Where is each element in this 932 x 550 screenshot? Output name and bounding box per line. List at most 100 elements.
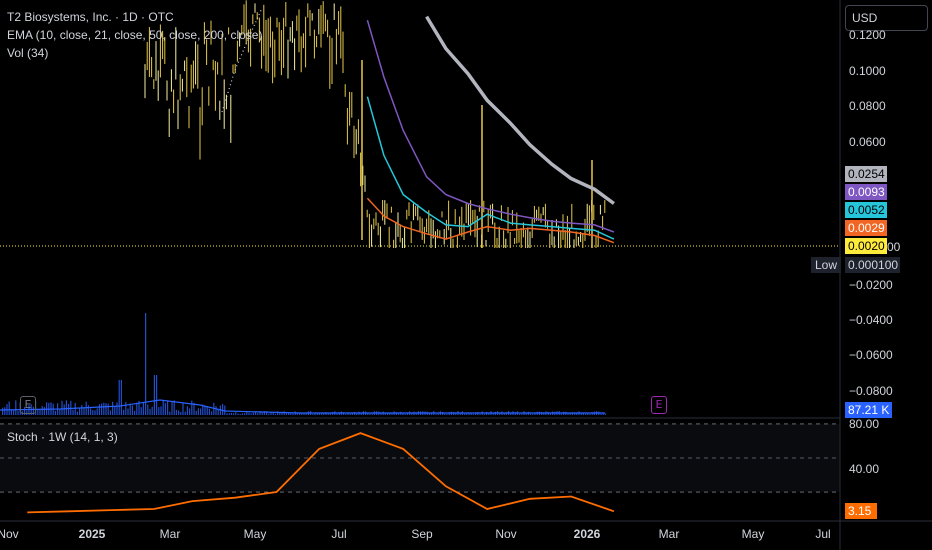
time-axis-label: Mar bbox=[658, 527, 680, 541]
stoch-value-tag: 3.15 bbox=[845, 503, 877, 519]
stoch-band-fill bbox=[0, 424, 840, 492]
volume-bar bbox=[252, 412, 254, 415]
volume-bar bbox=[235, 412, 237, 415]
volume-bar bbox=[101, 403, 103, 415]
volume-bar bbox=[68, 403, 70, 415]
volume-bar bbox=[479, 413, 481, 415]
ema50-price-tag: 0.0093 bbox=[845, 184, 887, 200]
volume-bar bbox=[76, 411, 78, 415]
volume-bar bbox=[103, 402, 105, 415]
time-axis-label: Jul bbox=[331, 527, 347, 541]
volume-bar bbox=[472, 413, 474, 415]
volume-bar bbox=[127, 408, 129, 415]
stoch-tick: 40.00 bbox=[849, 462, 880, 476]
volume-bar bbox=[248, 412, 250, 415]
volume-bar bbox=[17, 411, 19, 415]
volume-bar bbox=[569, 413, 571, 415]
low-price-tag: 0.000100 bbox=[845, 257, 900, 273]
volume-bar bbox=[208, 408, 210, 415]
volume-bar bbox=[230, 412, 232, 415]
volume-bar bbox=[435, 413, 437, 415]
price-tick: −0.0200 bbox=[849, 278, 893, 292]
volume-bar bbox=[171, 402, 173, 415]
volume-bar bbox=[345, 413, 347, 415]
volume-bar bbox=[329, 413, 331, 415]
volume-bar bbox=[404, 413, 406, 415]
volume-bar bbox=[228, 413, 230, 415]
symbol-title[interactable]: T2 Biosystems, Inc. · 1D · OTC bbox=[7, 10, 174, 24]
volume-bar bbox=[92, 410, 94, 415]
volume-bar bbox=[371, 413, 373, 415]
time-axis-label: May bbox=[741, 527, 765, 541]
volume-bar bbox=[483, 413, 485, 415]
price-tick: 0.0600 bbox=[849, 135, 886, 149]
price-tick: 0.0800 bbox=[849, 99, 886, 113]
ema200-price-tag: 0.0254 bbox=[845, 166, 887, 182]
time-axis-label: Sep bbox=[411, 527, 433, 541]
volume-bar bbox=[81, 405, 83, 415]
volume-bar bbox=[488, 413, 490, 415]
volume-bar bbox=[54, 410, 56, 415]
volume-bar bbox=[285, 412, 287, 415]
stoch-indicator-label[interactable]: Stoch · 1W (14, 1, 3) bbox=[7, 430, 118, 444]
price-tick: −0.0600 bbox=[849, 348, 893, 362]
volume-bar bbox=[349, 413, 351, 415]
volume-bar bbox=[241, 413, 243, 415]
volume-bar bbox=[118, 380, 120, 415]
volume-bar bbox=[180, 411, 182, 415]
volume-bar bbox=[140, 407, 142, 415]
volume-bar bbox=[398, 413, 400, 415]
earnings-marker[interactable]: E bbox=[20, 396, 36, 414]
volume-bar bbox=[184, 411, 186, 415]
volume-bar bbox=[160, 406, 162, 415]
volume-bar bbox=[149, 408, 151, 415]
ema-indicator-label[interactable]: EMA (10, close, 21, close, 50, close, 20… bbox=[7, 28, 262, 42]
volume-indicator-label[interactable]: Vol (34) bbox=[7, 46, 48, 60]
currency-label: USD bbox=[852, 11, 878, 25]
volume-bar bbox=[268, 413, 270, 415]
time-axis-label: 2025 bbox=[78, 527, 106, 541]
volume-bar bbox=[369, 413, 371, 415]
volume-bar bbox=[215, 406, 217, 415]
volume-bar bbox=[65, 400, 67, 415]
ema200-line[interactable] bbox=[425, 15, 615, 205]
ema50-line[interactable] bbox=[366, 19, 615, 233]
volume-bar bbox=[182, 402, 184, 415]
volume-bar bbox=[173, 400, 175, 415]
time-axis-label: Jul bbox=[815, 527, 831, 541]
volume-bar bbox=[156, 375, 158, 415]
volume-bar bbox=[521, 413, 523, 415]
volume-bar bbox=[41, 405, 43, 415]
volume-bar bbox=[43, 407, 45, 415]
volume-bar bbox=[162, 400, 164, 415]
ema10-price-tag: 0.0029 bbox=[845, 220, 887, 236]
stoch-tick: 80.00 bbox=[849, 417, 880, 431]
volume-bar bbox=[125, 401, 127, 415]
volume-bar bbox=[116, 402, 118, 415]
earnings-marker-upcoming[interactable]: E bbox=[651, 396, 667, 414]
volume-bar bbox=[186, 406, 188, 415]
last-price-tag: 0.0020 bbox=[845, 238, 887, 254]
volume-bar bbox=[519, 413, 521, 415]
volume-bar bbox=[158, 407, 160, 415]
volume-bar bbox=[534, 413, 536, 415]
volume-bar bbox=[321, 413, 323, 415]
time-axis-label: May bbox=[243, 527, 267, 541]
volume-bar bbox=[37, 409, 39, 415]
volume-bar bbox=[336, 413, 338, 415]
volume-bar bbox=[468, 413, 470, 415]
volume-bar bbox=[585, 413, 587, 415]
volume-bar bbox=[191, 400, 193, 415]
volume-bar bbox=[145, 313, 147, 415]
volume-bar bbox=[164, 403, 166, 415]
volume-tag: 87.21 K bbox=[845, 402, 892, 418]
volume-bar bbox=[147, 404, 149, 415]
price-tick: −0.0400 bbox=[849, 313, 893, 327]
volume-bar bbox=[455, 413, 457, 415]
volume-bar bbox=[560, 413, 562, 415]
volume-bar bbox=[15, 400, 17, 415]
volume-bar bbox=[79, 407, 81, 415]
volume-bar bbox=[131, 405, 133, 415]
volume-bar bbox=[600, 413, 602, 415]
chart-canvas[interactable] bbox=[0, 0, 932, 550]
